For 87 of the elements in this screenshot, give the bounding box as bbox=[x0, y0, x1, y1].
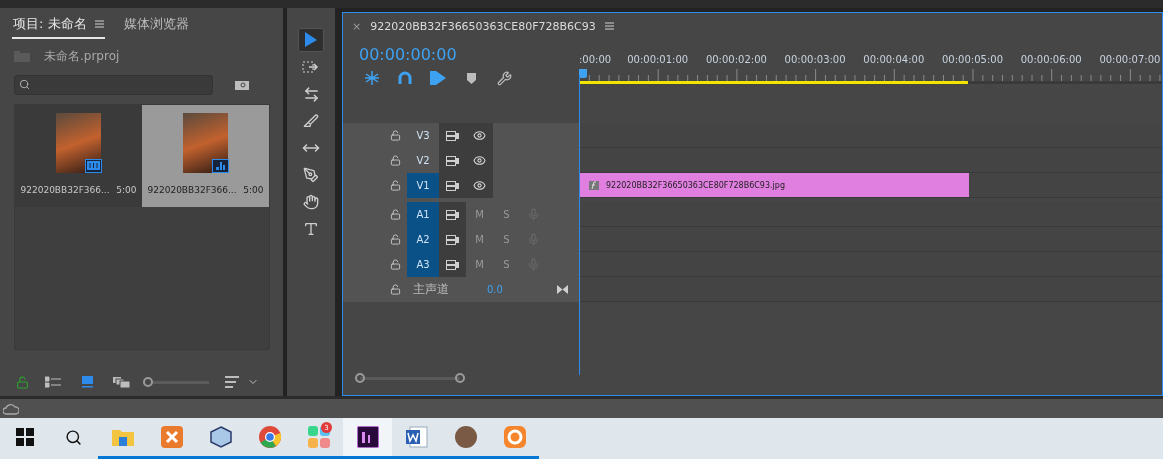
timeline-clip[interactable]: 922020BB32F36650363CE80F728B6C93.jpg bbox=[579, 173, 969, 197]
timecode[interactable]: 00:00:00:00 bbox=[343, 39, 579, 66]
magnet-icon bbox=[398, 71, 412, 85]
track-output-icon bbox=[446, 155, 459, 166]
project-file-name: 未命名.prproj bbox=[44, 48, 120, 66]
ruler-label: 00:00:03:00 bbox=[784, 54, 846, 65]
marker-icon bbox=[466, 72, 476, 84]
track-output-icon bbox=[446, 209, 459, 220]
wrench-icon bbox=[496, 70, 512, 86]
x-logo-app-icon bbox=[160, 426, 183, 448]
ruler-label: 00:00:06:00 bbox=[1020, 54, 1082, 65]
cloud-icon[interactable] bbox=[3, 402, 19, 415]
cube-icon bbox=[209, 426, 232, 448]
eye-icon bbox=[473, 154, 486, 167]
ruler-label: 00:00:04:00 bbox=[863, 54, 925, 65]
lock-icon[interactable] bbox=[16, 375, 29, 389]
media-duration: 5:00 bbox=[243, 184, 264, 195]
time-ruler[interactable]: :00:00 00:00:01:00 00:00:02:00 00:00:03:00 00:00:04:00 00:00:05:00 00:00:06:00 00:00:07:00 bbox=[579, 39, 1162, 123]
media-name: 922020BB32F366... bbox=[20, 184, 110, 195]
bow-tie-icon[interactable] bbox=[557, 285, 568, 294]
close-button[interactable]: × bbox=[352, 19, 362, 33]
menu-icon[interactable] bbox=[604, 22, 614, 30]
lock-icon[interactable] bbox=[390, 234, 401, 245]
panel-tab[interactable]: 项目: 未命名 bbox=[12, 13, 105, 39]
sequence-badge-icon bbox=[212, 158, 229, 173]
ruler-label: :00:00 bbox=[579, 54, 612, 65]
hand-icon bbox=[303, 194, 319, 210]
menu-icon[interactable] bbox=[94, 20, 104, 28]
nest-icon bbox=[364, 71, 380, 85]
playhead-handle[interactable] bbox=[579, 69, 587, 78]
pen-icon bbox=[303, 167, 319, 183]
zoom-scrollbar[interactable] bbox=[355, 373, 465, 383]
search-icon bbox=[65, 428, 82, 446]
media-item[interactable]: 922020BB32F366... 5:00 bbox=[142, 104, 269, 207]
search-icon bbox=[19, 79, 30, 91]
tool-button[interactable] bbox=[298, 28, 324, 52]
linked-selection-icon bbox=[430, 71, 446, 85]
folder-icon bbox=[111, 428, 134, 446]
track-output-icon bbox=[446, 259, 459, 270]
lock-icon[interactable] bbox=[390, 155, 401, 166]
freeform-view-icon[interactable] bbox=[113, 376, 131, 389]
avatar-icon bbox=[454, 426, 477, 448]
lock-icon[interactable] bbox=[390, 284, 401, 295]
sort-icon[interactable] bbox=[225, 376, 239, 389]
lock-icon[interactable] bbox=[390, 130, 401, 141]
ruler-label: 00:00:07:00 bbox=[1099, 54, 1161, 65]
search-field[interactable] bbox=[14, 74, 213, 95]
master-track-label: 主声道 bbox=[413, 281, 450, 298]
eye-icon bbox=[473, 129, 486, 142]
lock-icon[interactable] bbox=[390, 259, 401, 270]
track-target-button[interactable]: A2 bbox=[407, 227, 439, 252]
sync-toggle-button[interactable] bbox=[439, 252, 466, 277]
tiles-icon bbox=[307, 426, 330, 448]
sequence-tab[interactable]: 922020BB32F36650363CE80F728B6C93 bbox=[370, 19, 596, 33]
windows-logo-icon bbox=[15, 428, 34, 446]
track-output-icon bbox=[446, 180, 459, 191]
media-item[interactable]: 922020BB32F366... 5:00 bbox=[15, 104, 142, 207]
video-editor-icon bbox=[356, 426, 379, 448]
track-select-icon bbox=[302, 60, 320, 74]
ruler-label: 00:00:05:00 bbox=[942, 54, 1003, 65]
panel-tab[interactable]: 媒体浏览器 bbox=[122, 13, 190, 39]
arrow-pointer-icon bbox=[304, 32, 318, 48]
media-duration: 5:00 bbox=[116, 184, 137, 195]
ruler-label: 00:00:01:00 bbox=[627, 54, 689, 65]
track-target-button[interactable]: A3 bbox=[407, 252, 439, 277]
track-output-icon bbox=[446, 234, 459, 245]
razor-icon bbox=[303, 113, 319, 129]
zoom-slider[interactable] bbox=[143, 377, 209, 388]
ripple-edit-icon bbox=[302, 85, 320, 103]
ring-app-icon bbox=[503, 426, 526, 448]
media-name: 922020BB32F366... bbox=[147, 184, 237, 195]
ruler-label: 00:00:02:00 bbox=[705, 54, 767, 65]
film-badge-icon bbox=[85, 158, 102, 173]
track-output-icon bbox=[446, 130, 459, 141]
eye-icon bbox=[473, 179, 486, 192]
browser-icon bbox=[258, 426, 281, 448]
lock-icon[interactable] bbox=[390, 209, 401, 220]
fx-icon bbox=[589, 180, 599, 190]
sync-toggle-button[interactable] bbox=[439, 202, 466, 227]
type-icon bbox=[303, 221, 319, 237]
track-target-button[interactable]: A1 bbox=[407, 202, 439, 227]
list-view-icon[interactable] bbox=[45, 376, 63, 389]
taskbar-app-button[interactable] bbox=[343, 418, 392, 459]
document-icon bbox=[405, 426, 428, 448]
lock-icon[interactable] bbox=[390, 180, 401, 191]
bin-search-icon[interactable] bbox=[235, 79, 249, 91]
track-target-button[interactable]: V1 bbox=[407, 173, 439, 198]
